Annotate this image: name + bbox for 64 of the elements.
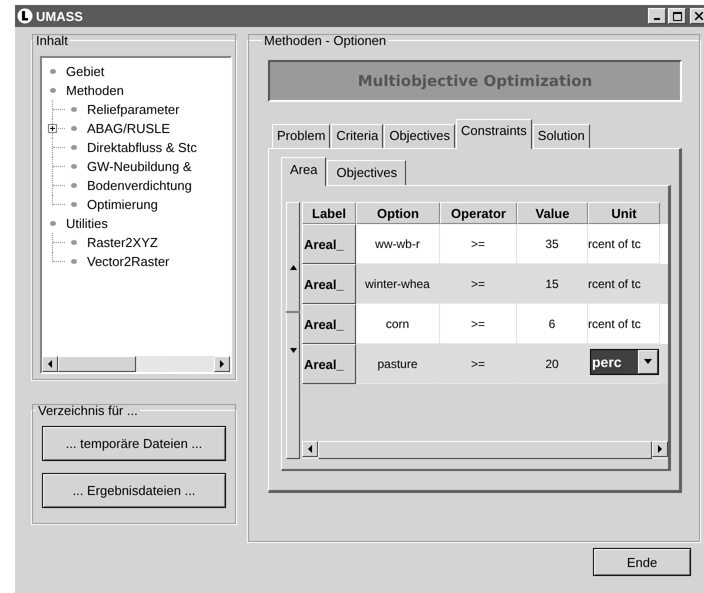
tree-item[interactable]: Utilities [46,214,230,233]
tree-item[interactable]: Methoden [46,81,230,100]
node-icon [71,164,77,169]
window-title: UMASS [36,8,83,24]
node-icon [71,259,77,264]
tree-item[interactable]: Direktabfluss & Stc [46,138,230,157]
table-cell: >= [440,344,517,384]
tree-item[interactable]: GW-Neubildung & [46,157,230,176]
directory-button[interactable]: ... Ergebnisdateien ... [42,473,226,508]
left-arrow-icon [47,360,53,368]
up-arrow-icon [290,265,296,270]
tree-item[interactable]: Gebiet [46,62,230,81]
node-icon [50,221,56,226]
column-header[interactable]: Label [302,202,356,224]
close-button[interactable] [690,8,704,24]
row-label[interactable]: Areal_ [302,264,356,304]
left-arrow-icon [307,445,313,453]
node-icon [71,240,77,245]
maximize-icon [672,12,682,20]
row-label[interactable]: Areal_ [302,224,356,264]
maximize-button[interactable] [668,8,686,24]
node-icon [71,145,77,150]
node-icon [50,88,56,93]
tree-item[interactable]: Raster2XYZ [46,233,230,252]
unit-dropdown[interactable]: perc [590,348,659,374]
node-icon [71,202,77,207]
column-header[interactable]: Unit [588,202,660,224]
row-label[interactable]: Areal_ [302,344,356,384]
table-cell: 20 [517,344,588,384]
right-arrow-icon [657,445,663,453]
node-icon [71,183,77,188]
expand-icon[interactable] [48,124,57,133]
down-arrow-icon [290,348,296,353]
end-button[interactable]: Ende [593,548,691,576]
group-title: Methoden - Optionen [263,33,388,48]
tab[interactable]: Objectives [384,124,456,148]
column-header[interactable]: Value [517,202,588,224]
tree-item[interactable]: ABAG/RUSLE [46,119,230,138]
column-header[interactable]: Operator [440,202,517,224]
tab[interactable]: Solution [532,124,590,148]
tree-item[interactable]: Bodenverdichtung [46,176,230,195]
tab[interactable]: Problem [272,124,330,148]
tab[interactable]: Objectives [327,160,406,185]
tab[interactable]: Area [281,157,326,186]
tab[interactable]: Constraints [456,119,532,149]
group-title: Inhalt [35,33,69,48]
method-header: Multiobjective Optimization [268,60,682,102]
column-header[interactable]: Option [356,202,440,224]
tree-item[interactable]: Optimierung [46,195,230,214]
tab[interactable]: Criteria [331,124,384,148]
tree-item[interactable]: Reliefparameter [46,100,230,119]
group-title: Verzeichnis für ... [37,403,139,418]
node-icon [71,107,77,112]
tree-item[interactable]: Vector2Raster [46,252,230,271]
right-arrow-icon [219,360,225,368]
minimize-button[interactable] [648,8,666,24]
directory-button[interactable]: ... temporäre Dateien ... [42,426,226,461]
node-icon [50,69,56,74]
app-logo-icon [17,8,33,24]
row-label[interactable]: Areal_ [302,304,356,344]
dropdown-arrow-icon [644,359,652,364]
table-cell: pasture [356,344,440,384]
close-icon [695,12,703,20]
node-icon [71,126,77,131]
